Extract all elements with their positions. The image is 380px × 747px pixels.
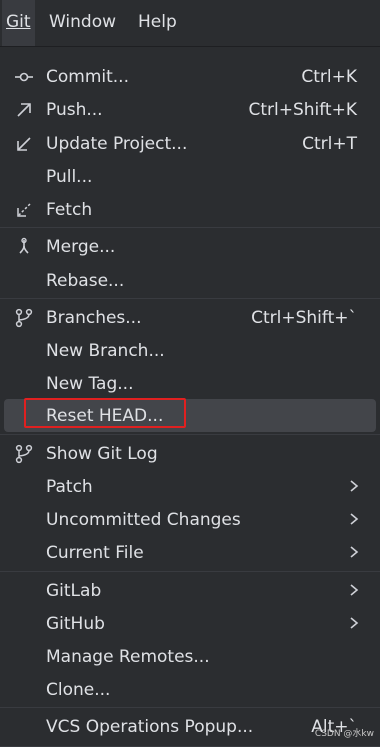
menu-separator (0, 298, 380, 299)
menu-item-fetch-label: Fetch (46, 199, 93, 220)
menu-item-commit-label: Commit... (46, 66, 129, 87)
menu-item-new-branch[interactable]: New Branch... (0, 334, 380, 367)
menu-separator (0, 571, 380, 572)
menu-item-manage-remotes[interactable]: Manage Remotes... (0, 640, 380, 673)
menubar-git-label: Git (6, 12, 31, 32)
merge-icon (14, 237, 34, 257)
chevron-right-icon (348, 511, 360, 527)
menu-item-new-tag[interactable]: New Tag... (0, 367, 380, 400)
menu-item-merge[interactable]: Merge... (0, 230, 380, 263)
menu-item-branches-shortcut: Ctrl+Shift+` (251, 307, 357, 328)
menu-item-rebase-label: Rebase... (46, 270, 125, 291)
menu-item-update-project-shortcut: Ctrl+T (302, 133, 357, 154)
menu-item-show-git-log-label: Show Git Log (46, 443, 158, 464)
menu-item-new-tag-label: New Tag... (46, 373, 134, 394)
chevron-right-icon (348, 582, 360, 598)
menu-item-rebase[interactable]: Rebase... (0, 264, 380, 297)
watermark: CSDN @水kw (314, 729, 374, 739)
chevron-right-icon (348, 478, 360, 494)
menu-item-push[interactable]: Push... Ctrl+Shift+K (0, 93, 380, 126)
menu-item-fetch[interactable]: Fetch (0, 193, 380, 226)
menu-item-merge-label: Merge... (46, 236, 116, 257)
annotation-highlight-box (24, 398, 186, 428)
menu-separator (0, 227, 380, 228)
menu-item-new-branch-label: New Branch... (46, 340, 165, 361)
menu-item-patch[interactable]: Patch (0, 470, 380, 503)
menu-item-push-label: Push... (46, 99, 103, 120)
menu-item-clone[interactable]: Clone... (0, 673, 380, 706)
menu-item-patch-label: Patch (46, 476, 93, 497)
menu-item-vcs-operations-popup-label: VCS Operations Popup... (46, 716, 254, 737)
menu-item-show-git-log[interactable]: Show Git Log (0, 437, 380, 470)
update-arrow-icon (14, 134, 34, 154)
menu-item-update-project[interactable]: Update Project... Ctrl+T (0, 127, 380, 160)
menu-item-pull-label: Pull... (46, 166, 93, 187)
fetch-icon (14, 200, 34, 220)
menu-item-gitlab[interactable]: GitLab (0, 574, 380, 607)
menu-item-github[interactable]: GitHub (0, 607, 380, 640)
menu-item-uncommitted-changes[interactable]: Uncommitted Changes (0, 503, 380, 536)
branch-icon (14, 308, 34, 328)
menu-item-update-project-label: Update Project... (46, 133, 188, 154)
menu-item-manage-remotes-label: Manage Remotes... (46, 646, 210, 667)
menubar-help-label: Help (138, 12, 177, 32)
menu-item-commit-shortcut: Ctrl+K (301, 66, 357, 87)
menu-item-commit[interactable]: Commit... Ctrl+K (0, 60, 380, 93)
git-log-icon (14, 444, 34, 464)
menu-item-github-label: GitHub (46, 613, 105, 634)
menu-item-push-shortcut: Ctrl+Shift+K (248, 99, 357, 120)
menu-item-current-file[interactable]: Current File (0, 536, 380, 569)
menubar-git[interactable]: Git (2, 0, 35, 46)
menu-separator (0, 707, 380, 708)
menubar-window[interactable]: Window (45, 0, 120, 46)
menubar-window-label: Window (49, 12, 117, 32)
menu-item-current-file-label: Current File (46, 542, 144, 563)
menu-item-gitlab-label: GitLab (46, 580, 102, 601)
commit-icon (14, 67, 34, 87)
push-arrow-icon (14, 100, 34, 120)
chevron-right-icon (348, 544, 360, 560)
menu-item-uncommitted-changes-label: Uncommitted Changes (46, 509, 241, 530)
menu-separator (0, 434, 380, 435)
menubar-help[interactable]: Help (134, 0, 181, 46)
menu-bar: Git Window Help (0, 0, 380, 47)
menu-item-clone-label: Clone... (46, 679, 111, 700)
menu-item-pull[interactable]: Pull... (0, 160, 380, 193)
menu-item-branches-label: Branches... (46, 307, 142, 328)
menu-item-branches[interactable]: Branches... Ctrl+Shift+` (0, 301, 380, 334)
chevron-right-icon (348, 615, 360, 631)
